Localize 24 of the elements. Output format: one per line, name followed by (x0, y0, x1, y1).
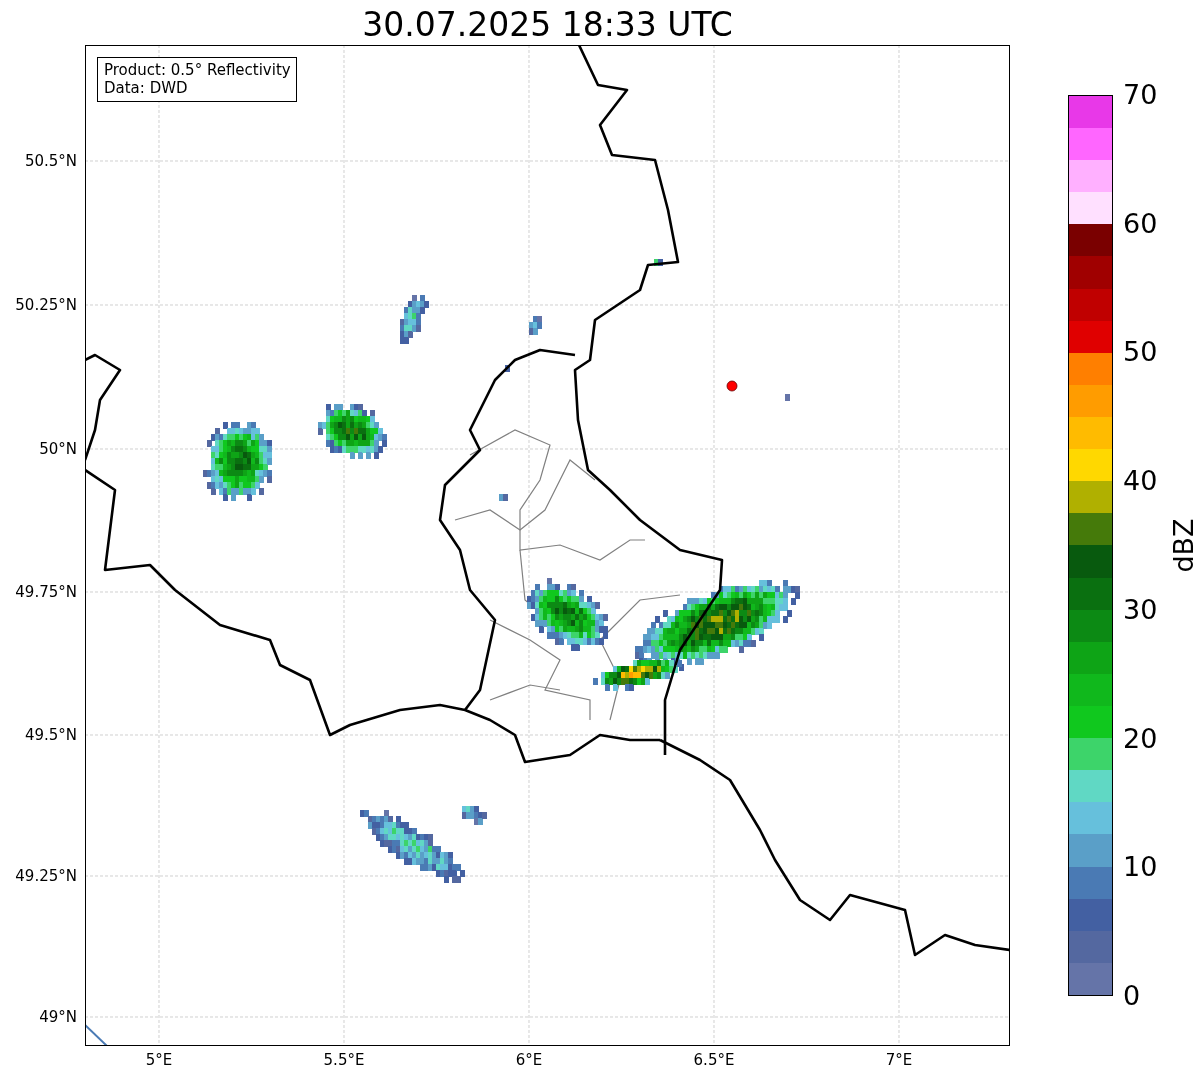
longitude-label: 5°E (145, 1051, 173, 1069)
longitude-label: 5.5°E (323, 1051, 365, 1069)
latitude-label: 50.5°N (24, 152, 77, 170)
latitude-label: 49°N (39, 1008, 77, 1026)
chart-title: 30.07.2025 18:33 UTC (362, 5, 733, 45)
latitude-label: 49.25°N (15, 867, 77, 885)
legend-text: Product: 0.5° Reflectivity (104, 61, 291, 79)
longitude-label: 6°E (515, 1051, 543, 1069)
latitude-label: 49.75°N (15, 583, 77, 601)
latitude-label: 49.5°N (24, 726, 77, 744)
colorbar-tick-label: 60 (1123, 208, 1158, 239)
longitude-label: 7°E (885, 1051, 913, 1069)
latitude-label: 50.25°N (15, 296, 77, 314)
colorbar-tick-label: 20 (1123, 723, 1158, 754)
latitude-label: 50°N (39, 440, 77, 458)
colorbar-tick-label: 0 (1123, 980, 1142, 1011)
colorbar-tick-label: 40 (1123, 466, 1158, 497)
colorbar-tick-label: 30 (1123, 594, 1158, 625)
longitude-label: 6.5°E (693, 1051, 735, 1069)
colorbar-label: dBZ (1167, 518, 1199, 573)
colorbar-tick-label: 70 (1123, 80, 1158, 110)
colorbar-tick-label: 10 (1123, 852, 1158, 883)
legend-text: Data: DWD (104, 79, 189, 97)
colorbar-tick-label: 50 (1123, 337, 1158, 368)
